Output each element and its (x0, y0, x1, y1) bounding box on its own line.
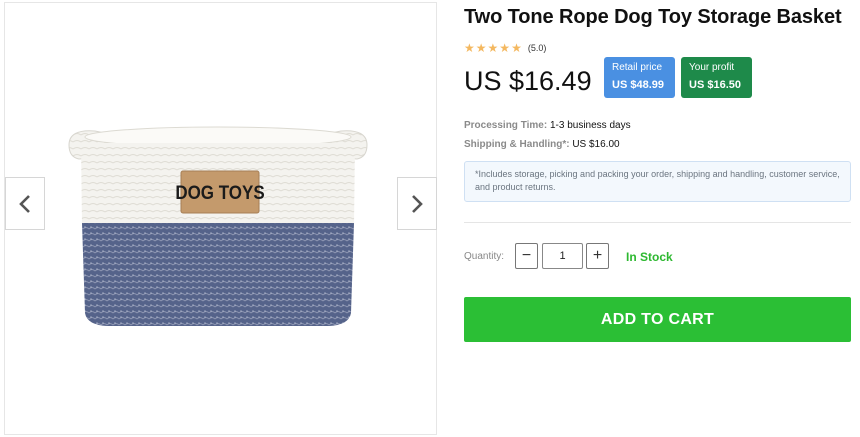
rating-value: (5.0) (527, 43, 547, 53)
star-icon: ★ (464, 41, 475, 55)
stock-status: In Stock (626, 250, 673, 264)
quantity-increase-button[interactable]: + (586, 243, 609, 269)
quantity-label: Quantity: (464, 251, 505, 262)
star-icon: ★ (475, 41, 487, 55)
product-tag-text: DOG TOYS (175, 182, 264, 203)
star-icon: ★ (499, 41, 511, 55)
quantity-input[interactable] (542, 243, 583, 269)
next-image-button[interactable] (397, 177, 437, 230)
shipping-label: Shipping & Handling*: (464, 139, 570, 150)
chevron-left-icon (19, 194, 30, 213)
retail-price-badge: Retail price US $48.99 (604, 57, 675, 98)
rating-stars: ★ ★ ★ ★ ★ (464, 42, 522, 54)
star-icon: ★ (487, 41, 499, 55)
quantity-decrease-button[interactable]: − (515, 243, 538, 269)
processing-time-label: Processing Time: (464, 120, 548, 131)
shipping-handling: Shipping & Handling*: US $16.00 (464, 139, 620, 150)
profit-label: Your profit (689, 62, 735, 73)
product-title: Two Tone Rope Dog Toy Storage Basket (464, 6, 842, 28)
shipping-value: US $16.00 (572, 139, 620, 150)
product-gallery: DOG TOYS (4, 2, 437, 435)
chevron-right-icon (412, 194, 423, 213)
processing-time: Processing Time: 1-3 business days (464, 120, 631, 131)
processing-time-value: 1-3 business days (549, 120, 631, 131)
product-image[interactable]: DOG TOYS (65, 123, 371, 331)
divider (464, 222, 851, 223)
prev-image-button[interactable] (5, 177, 45, 230)
retail-price-label: Retail price (612, 62, 663, 73)
add-to-cart-button[interactable]: ADD TO CART (464, 297, 851, 342)
star-icon: ★ (511, 41, 522, 55)
profit-badge: Your profit US $16.50 (681, 57, 752, 98)
profit-value: US $16.50 (689, 79, 741, 91)
rating[interactable]: ★ ★ ★ ★ ★ (5.0) (464, 42, 546, 54)
shipping-note: *Includes storage, picking and packing y… (464, 161, 851, 202)
price: US $16.49 (464, 66, 592, 96)
retail-price-value: US $48.99 (612, 79, 664, 91)
